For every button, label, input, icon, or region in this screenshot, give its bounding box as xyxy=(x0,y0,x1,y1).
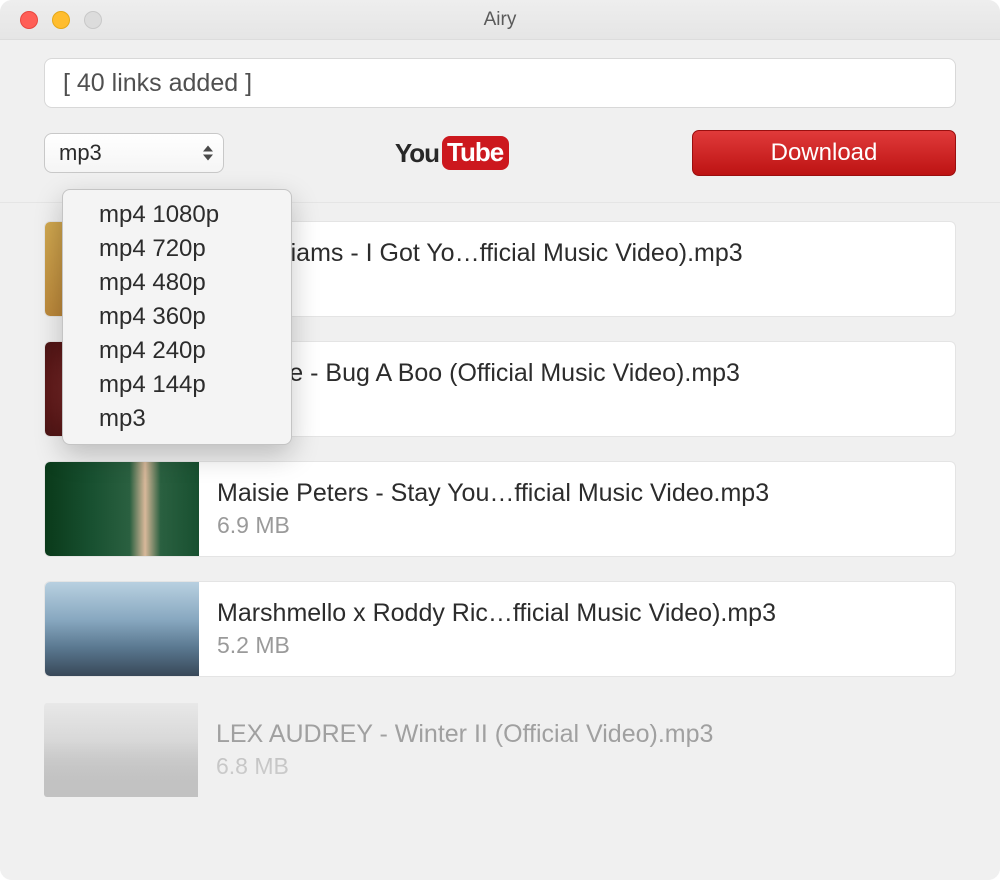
item-size: 6.8 MB xyxy=(216,753,713,780)
app-window: Airy mp3 You Tube Download xyxy=(0,0,1000,880)
format-option[interactable]: mp4 1080p xyxy=(63,198,291,232)
format-select-value: mp3 xyxy=(59,140,102,166)
thumbnail xyxy=(45,582,199,676)
window-controls xyxy=(20,11,102,29)
window-title: Airy xyxy=(0,9,1000,31)
list-item[interactable]: Maisie Peters - Stay You…fficial Music V… xyxy=(44,461,956,557)
format-option[interactable]: mp3 xyxy=(63,402,291,436)
item-size: 6.9 MB xyxy=(217,512,769,539)
minimize-window-button[interactable] xyxy=(52,11,70,29)
item-size: MB xyxy=(217,272,743,299)
item-title: e Stone - Bug A Boo (Official Music Vide… xyxy=(217,359,740,388)
format-dropdown-menu: mp4 1080p mp4 720p mp4 480p mp4 360p mp4… xyxy=(62,189,292,445)
item-size: 5.2 MB xyxy=(217,632,776,659)
item-title: ke Williams - I Got Yo…fficial Music Vid… xyxy=(217,239,743,268)
list-item[interactable]: LEX AUDREY - Winter II (Official Video).… xyxy=(44,701,956,799)
item-title: Marshmello x Roddy Ric…fficial Music Vid… xyxy=(217,599,776,628)
youtube-you-text: You xyxy=(395,138,439,169)
item-title: LEX AUDREY - Winter II (Official Video).… xyxy=(216,720,713,749)
thumbnail xyxy=(45,462,199,556)
item-info: Marshmello x Roddy Ric…fficial Music Vid… xyxy=(199,599,794,659)
url-input[interactable] xyxy=(44,58,956,108)
youtube-tube-text: Tube xyxy=(442,136,509,170)
titlebar: Airy xyxy=(0,0,1000,40)
item-title: Maisie Peters - Stay You…fficial Music V… xyxy=(217,479,769,508)
controls-row: mp3 You Tube Download xyxy=(44,130,956,176)
thumbnail xyxy=(44,703,198,797)
format-option[interactable]: mp4 720p xyxy=(63,232,291,266)
format-option[interactable]: mp4 144p xyxy=(63,368,291,402)
close-window-button[interactable] xyxy=(20,11,38,29)
item-info: LEX AUDREY - Winter II (Official Video).… xyxy=(198,720,731,780)
chevron-updown-icon xyxy=(203,146,213,161)
list-item[interactable]: Marshmello x Roddy Ric…fficial Music Vid… xyxy=(44,581,956,677)
format-option[interactable]: mp4 480p xyxy=(63,266,291,300)
format-option[interactable]: mp4 360p xyxy=(63,300,291,334)
maximize-window-button[interactable] xyxy=(84,11,102,29)
youtube-logo: You Tube xyxy=(395,136,509,170)
download-button-label: Download xyxy=(771,139,878,167)
item-info: Maisie Peters - Stay You…fficial Music V… xyxy=(199,479,787,539)
download-button[interactable]: Download xyxy=(692,130,956,176)
item-size: MB xyxy=(217,392,740,419)
top-panel: mp3 You Tube Download xyxy=(0,40,1000,203)
format-option[interactable]: mp4 240p xyxy=(63,334,291,368)
format-select[interactable]: mp3 xyxy=(44,133,224,173)
